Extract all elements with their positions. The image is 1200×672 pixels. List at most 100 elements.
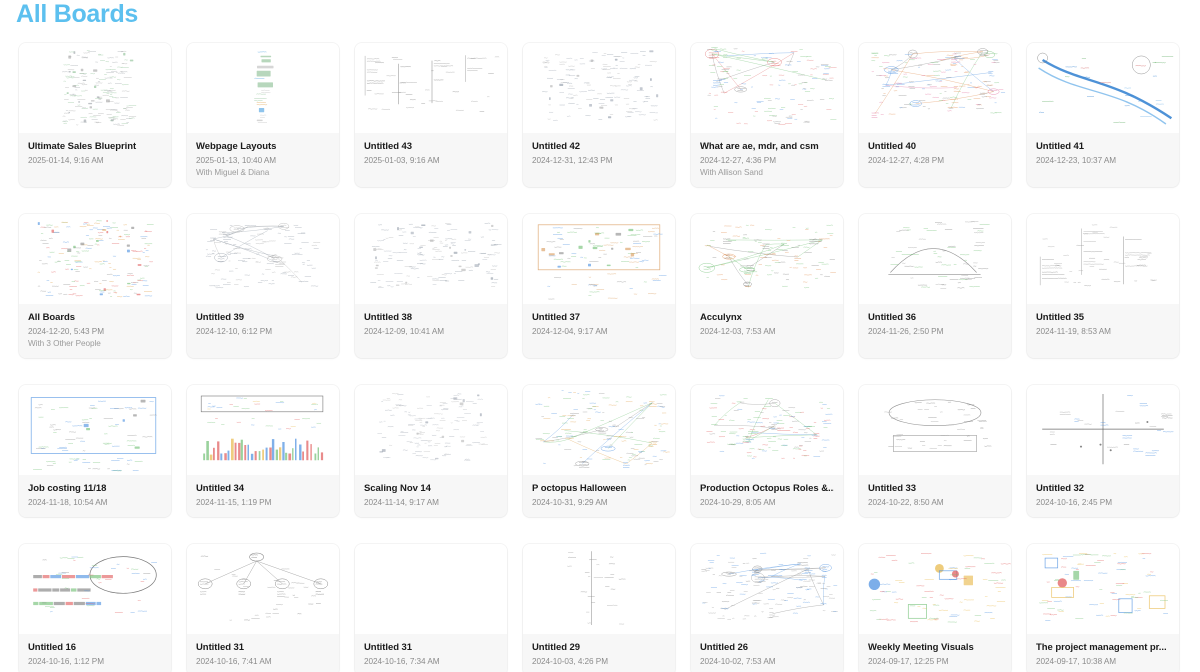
board-date: 2024-12-27, 4:36 PM: [700, 156, 776, 165]
board-meta: All Boards 2024-12-20, 5:43 PM With 3 Othe…: [19, 304, 171, 358]
board-card[interactable]: What are ae, mdr, and csm 2024-12-27, 4:3…: [691, 43, 843, 187]
board-meta: Ultimate Sales Blueprint 2025-01-14, 9:16…: [19, 133, 171, 175]
board-card[interactable]: Weekly Meeting Visuals 2024-09-17, 12:25 …: [859, 544, 1011, 672]
board-thumbnail: [691, 43, 843, 133]
board-date: 2024-10-03, 4:26 PM: [532, 657, 608, 666]
board-meta: The project management pr... 2024-09-17, …: [1027, 634, 1179, 672]
board-meta: Untitled 26 2024-10-02, 7:53 AM: [691, 634, 843, 672]
board-meta: P octopus Halloween 2024-10-31, 9:29 AM: [523, 475, 675, 517]
board-card[interactable]: Untitled 29 2024-10-03, 4:26 PM: [523, 544, 675, 672]
board-card[interactable]: Job costing 11/18 2024-11-18, 10:54 AM: [19, 385, 171, 517]
board-thumbnail: [19, 385, 171, 475]
board-date: 2024-11-19, 8:53 AM: [1036, 327, 1111, 336]
board-title: Untitled 16: [28, 642, 77, 653]
board-card[interactable]: Untitled 35 2024-11-19, 8:53 AM: [1027, 214, 1179, 358]
board-card[interactable]: P octopus Halloween 2024-10-31, 9:29 AM: [523, 385, 675, 517]
board-card[interactable]: Untitled 36 2024-11-26, 2:50 PM: [859, 214, 1011, 358]
board-title: Weekly Meeting Visuals: [868, 642, 974, 653]
board-thumbnail: [1027, 544, 1179, 634]
board-meta: Production Octopus Roles &... 2024-10-29,…: [691, 475, 843, 517]
board-title: Untitled 33: [868, 483, 917, 494]
page-title: All Boards: [16, 0, 139, 28]
board-meta: Untitled 41 2024-12-23, 10:37 AM: [1027, 133, 1179, 175]
board-meta: Untitled 38 2024-12-09, 10:41 AM: [355, 304, 507, 346]
board-card[interactable]: Ultimate Sales Blueprint 2025-01-14, 9:16…: [19, 43, 171, 187]
board-card[interactable]: Untitled 40 2024-12-27, 4:28 PM: [859, 43, 1011, 187]
board-title: Ultimate Sales Blueprint: [28, 141, 137, 152]
board-title: Untitled 35: [1036, 312, 1085, 323]
board-date: 2024-12-04, 9:17 AM: [532, 327, 608, 336]
board-thumbnail: [523, 385, 675, 475]
board-date: 2024-12-27, 4:28 PM: [868, 156, 944, 165]
board-card[interactable]: Untitled 42 2024-12-31, 12:43 PM: [523, 43, 675, 187]
board-card[interactable]: Untitled 26 2024-10-02, 7:53 AM: [691, 544, 843, 672]
board-date: 2024-12-03, 7:53 AM: [700, 327, 776, 336]
board-meta: Untitled 33 2024-10-22, 8:50 AM: [859, 475, 1011, 517]
board-date: 2024-12-20, 5:43 PM: [28, 327, 104, 336]
board-meta: Untitled 40 2024-12-27, 4:28 PM: [859, 133, 1011, 175]
board-date: 2024-10-29, 8:05 AM: [700, 498, 776, 507]
all-boards-page: All Boards Ultimate Sales Blueprint 2025-…: [0, 0, 1200, 672]
board-meta: Webpage Layouts 2025-01-13, 10:40 AM With …: [187, 133, 339, 187]
board-meta: Untitled 37 2024-12-04, 9:17 AM: [523, 304, 675, 346]
board-thumbnail: [859, 214, 1011, 304]
board-card[interactable]: Untitled 38 2024-12-09, 10:41 AM: [355, 214, 507, 358]
board-card[interactable]: Production Octopus Roles &... 2024-10-29,…: [691, 385, 843, 517]
board-title: What are ae, mdr, and csm: [700, 141, 819, 152]
board-card[interactable]: Scaling Nov 14 2024-11-14, 9:17 AM: [355, 385, 507, 517]
board-meta: Untitled 36 2024-11-26, 2:50 PM: [859, 304, 1011, 346]
board-card[interactable]: Untitled 31 2024-10-16, 7:41 AM: [187, 544, 339, 672]
board-thumbnail: [19, 43, 171, 133]
board-card[interactable]: Untitled 39 2024-12-10, 6:12 PM: [187, 214, 339, 358]
board-title: Untitled 36: [868, 312, 917, 323]
board-card[interactable]: Untitled 32 2024-10-16, 2:45 PM: [1027, 385, 1179, 517]
board-card[interactable]: Untitled 16 2024-10-16, 1:12 PM: [19, 544, 171, 672]
board-date: 2024-11-14, 9:17 AM: [364, 498, 439, 507]
board-date: 2024-12-10, 6:12 PM: [196, 327, 272, 336]
board-thumbnail: [187, 385, 339, 475]
board-thumbnail: [1027, 43, 1179, 133]
board-title: All Boards: [28, 312, 76, 323]
board-thumbnail: [1027, 385, 1179, 475]
board-title: Scaling Nov 14: [364, 483, 431, 494]
board-card[interactable]: Acculynx 2024-12-03, 7:53 AM: [691, 214, 843, 358]
board-thumbnail: [523, 43, 675, 133]
board-shared-with: With Miguel & Diana: [196, 168, 270, 177]
board-meta: Untitled 39 2024-12-10, 6:12 PM: [187, 304, 339, 346]
board-title: The project management pr...: [1036, 642, 1167, 653]
board-card[interactable]: Untitled 37 2024-12-04, 9:17 AM: [523, 214, 675, 358]
board-thumbnail: [355, 43, 507, 133]
board-meta: Untitled 29 2024-10-03, 4:26 PM: [523, 634, 675, 672]
board-shared-with: With Allison Sand: [700, 168, 763, 177]
board-card[interactable]: Untitled 34 2024-11-15, 1:19 PM: [187, 385, 339, 517]
board-meta: Untitled 32 2024-10-16, 2:45 PM: [1027, 475, 1179, 517]
board-title: Untitled 29: [532, 642, 581, 653]
board-date: 2024-11-15, 1:19 PM: [196, 498, 272, 507]
board-card[interactable]: The project management pr... 2024-09-17, …: [1027, 544, 1179, 672]
board-date: 2024-12-31, 12:43 PM: [532, 156, 613, 165]
board-thumbnail: [187, 214, 339, 304]
board-date: 2024-10-02, 7:53 AM: [700, 657, 776, 666]
board-meta: Untitled 31 2024-10-16, 7:34 AM: [355, 634, 507, 672]
board-title: Webpage Layouts: [196, 141, 277, 152]
board-date: 2024-09-17, 10:38 AM: [1036, 657, 1117, 666]
board-card[interactable]: Untitled 43 2025-01-03, 9:16 AM: [355, 43, 507, 187]
board-thumbnail: [355, 214, 507, 304]
board-thumbnail: [187, 544, 339, 634]
board-card[interactable]: Untitled 33 2024-10-22, 8:50 AM: [859, 385, 1011, 517]
board-shared-with: With 3 Other People: [28, 339, 101, 348]
board-thumbnail: [1027, 214, 1179, 304]
board-thumbnail: [523, 214, 675, 304]
board-meta: Untitled 16 2024-10-16, 1:12 PM: [19, 634, 171, 672]
board-card[interactable]: All Boards 2024-12-20, 5:43 PM With 3 Othe…: [19, 214, 171, 358]
board-meta: Untitled 42 2024-12-31, 12:43 PM: [523, 133, 675, 175]
board-card[interactable]: Untitled 41 2024-12-23, 10:37 AM: [1027, 43, 1179, 187]
board-card[interactable]: Untitled 31 2024-10-16, 7:34 AM: [355, 544, 507, 672]
board-card[interactable]: Webpage Layouts 2025-01-13, 10:40 AM With …: [187, 43, 339, 187]
board-date: 2024-10-16, 2:45 PM: [1036, 498, 1112, 507]
board-title: Acculynx: [700, 312, 742, 323]
board-title: Untitled 38: [364, 312, 413, 323]
board-thumbnail: [859, 385, 1011, 475]
board-thumbnail: [19, 544, 171, 634]
board-meta: Job costing 11/18 2024-11-18, 10:54 AM: [19, 475, 171, 517]
